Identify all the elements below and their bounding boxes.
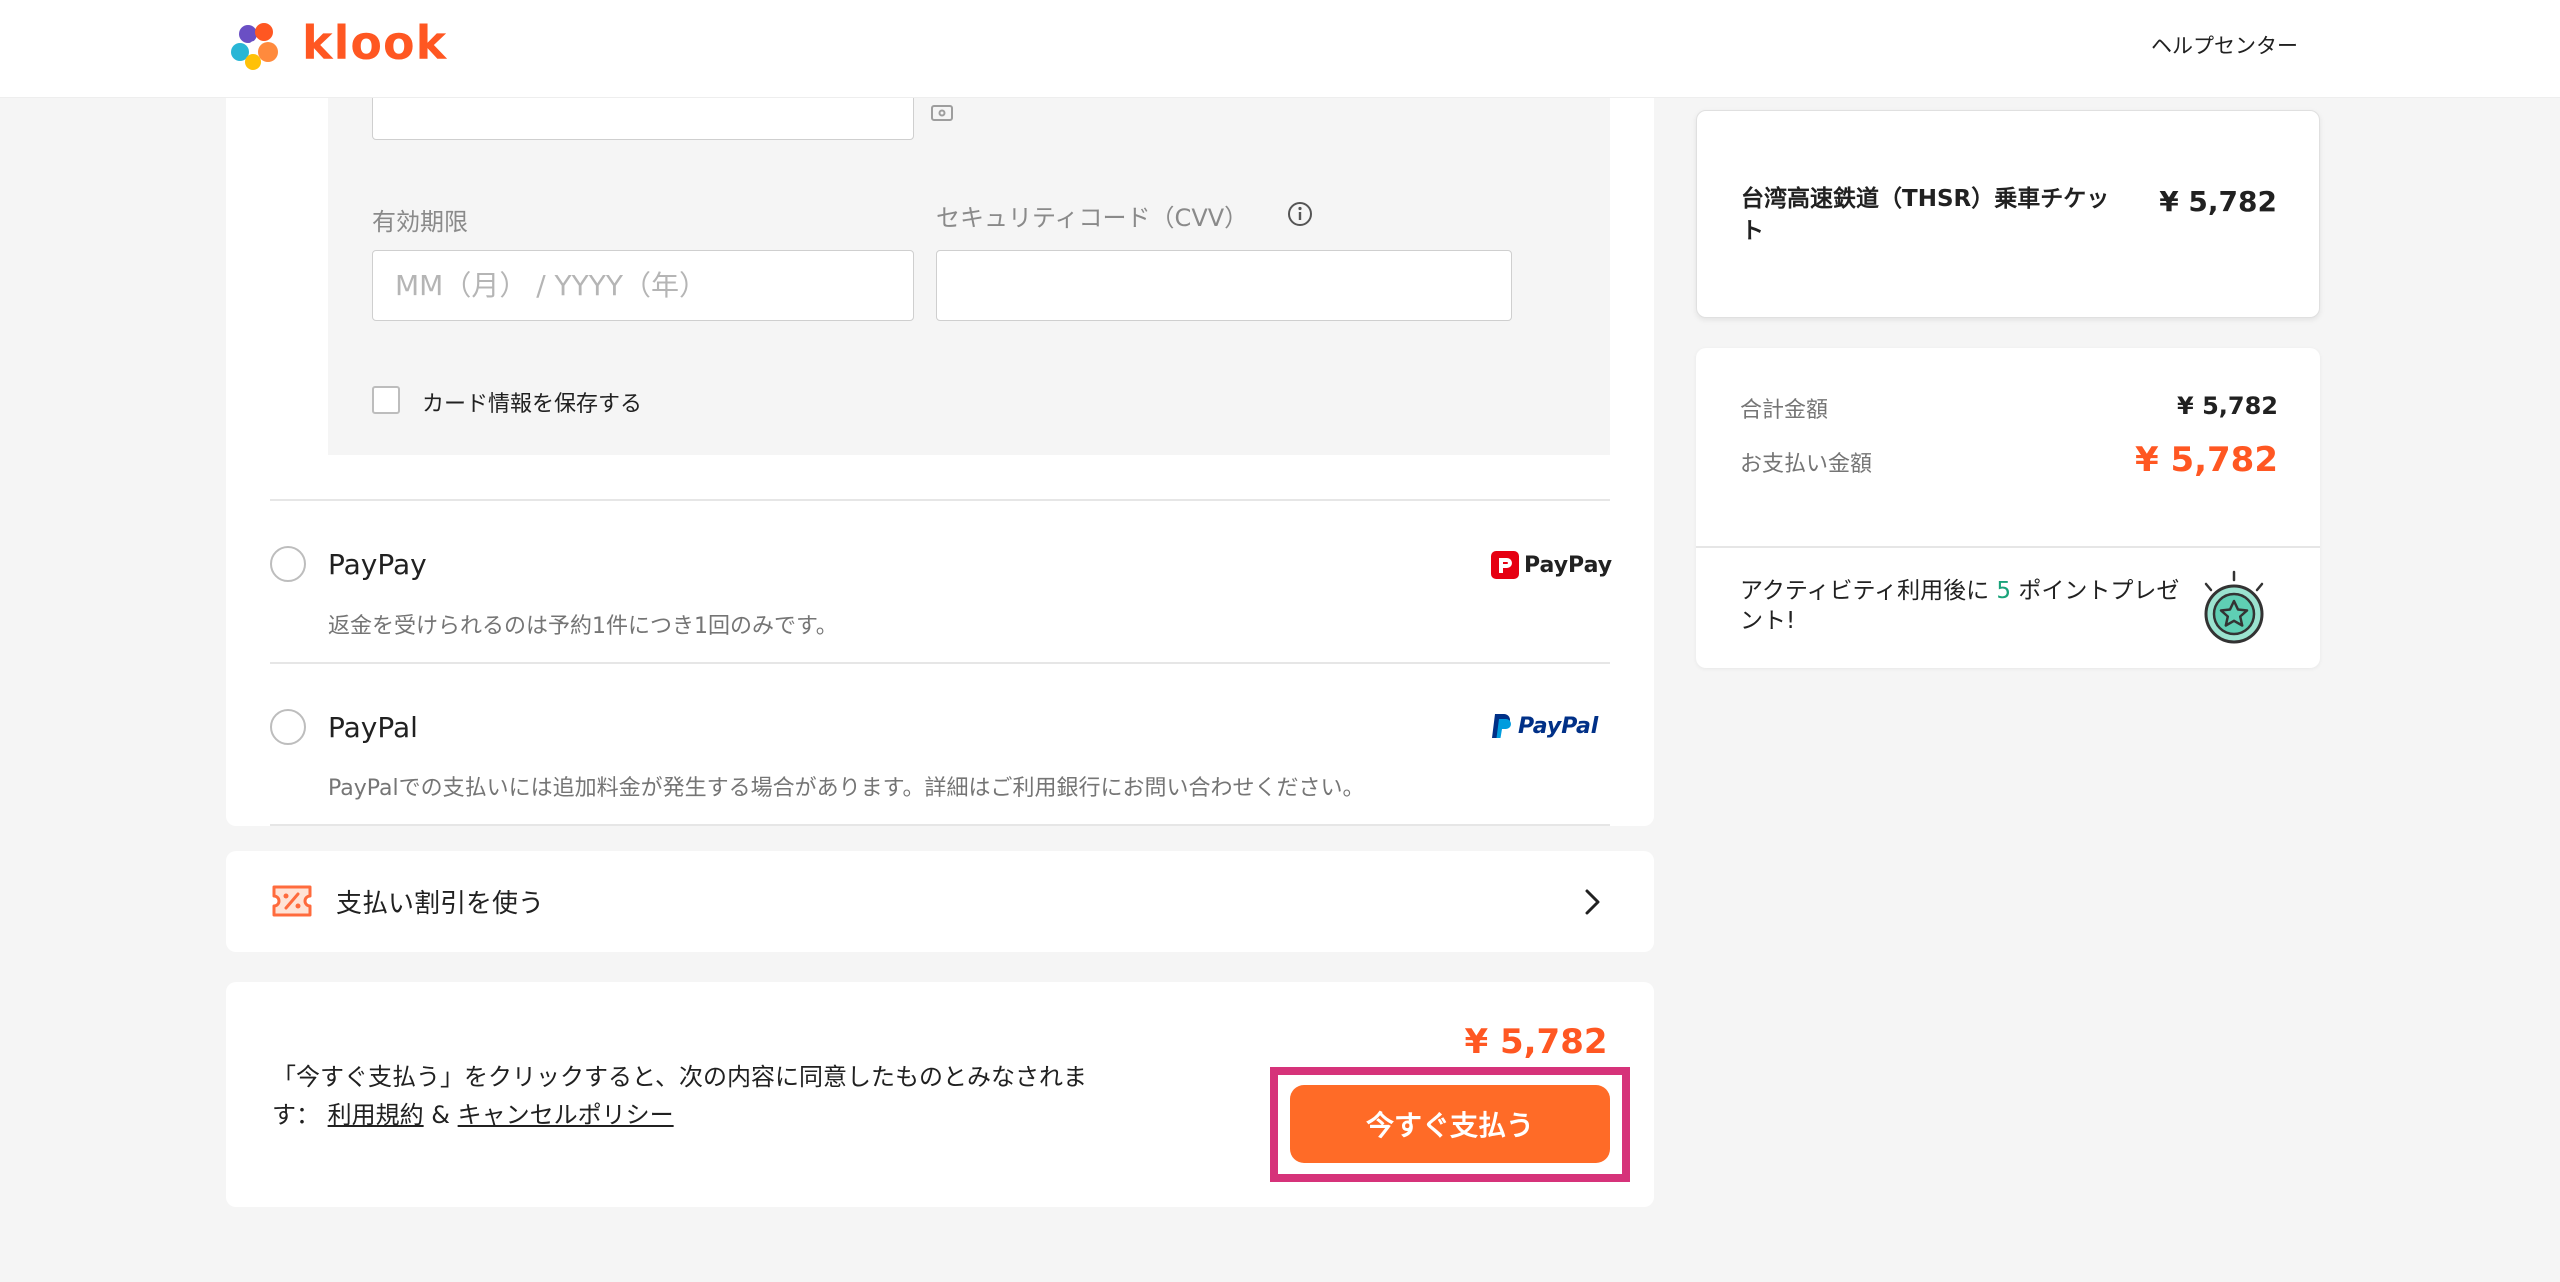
payment-amount-value: ¥ 5,782 (2134, 440, 2278, 480)
paypay-logo-text: PayPay (1524, 552, 1613, 578)
cvv-field-box (936, 250, 1512, 321)
coupon-icon (272, 885, 312, 917)
paypay-logo-icon (1491, 551, 1519, 579)
paypay-description: 返金を受けられるのは予約1件につき1回のみです。 (328, 614, 838, 639)
divider (270, 499, 1610, 501)
paypay-radio[interactable] (270, 546, 306, 582)
expiry-label: 有効期限 (372, 208, 468, 236)
paypal-logo-text: PayPal (1518, 713, 1599, 739)
klook-logo[interactable]: klook (226, 14, 446, 78)
reward-badge-icon (2204, 570, 2264, 644)
save-card-checkbox[interactable] (372, 386, 400, 414)
paypal-logo: PayPal (1490, 712, 1598, 740)
ampersand: & (431, 1101, 450, 1129)
total-value: ¥ 5,782 (2177, 392, 2278, 420)
paypay-logo: PayPay (1490, 550, 1612, 580)
cvv-input[interactable] (937, 251, 1511, 319)
discount-row[interactable]: 支払い割引を使う (226, 851, 1654, 952)
divider (270, 662, 1610, 664)
pay-now-button[interactable]: 今すぐ支払う (1290, 1085, 1610, 1163)
pay-total-amount: ¥ 5,782 (1464, 1022, 1608, 1062)
klook-logo-icon (231, 23, 278, 70)
total-label: 合計金額 (1740, 398, 1829, 423)
order-summary-card: 台湾高速鉄道（THSR）乗車チケット ¥ 5,782 (1696, 110, 2320, 318)
points-prefix: アクティビティ利用後に (1740, 578, 1990, 604)
payment-amount-label: お支払い金額 (1740, 452, 1873, 477)
paypal-name: PayPal (328, 711, 418, 744)
cvv-label: セキュリティコード（CVV） (936, 204, 1249, 232)
divider (1696, 546, 2320, 548)
paypal-radio[interactable] (270, 709, 306, 745)
lock-icon (931, 105, 953, 121)
expiry-field-box (372, 250, 914, 321)
help-center-link[interactable]: ヘルプセンター (2151, 30, 2298, 60)
discount-label: 支払い割引を使う (336, 889, 545, 919)
points-text: アクティビティ利用後に 5 ポイントプレゼント! (1740, 576, 2180, 636)
paypal-logo-icon (1492, 714, 1511, 738)
summary-item-name: 台湾高速鉄道（THSR）乗車チケット (1741, 186, 2110, 244)
chevron-right-icon (1585, 889, 1600, 915)
top-header: klook ヘルプセンター (0, 0, 2560, 98)
cancel-policy-link[interactable]: キャンセルポリシー (458, 1101, 674, 1129)
expiry-input[interactable] (373, 251, 913, 319)
agreement-text: 「今すぐ支払う」をクリックすると、次の内容に同意したものとみなされます： 利用規… (272, 1058, 1102, 1134)
logo-text: klook (302, 16, 448, 70)
terms-link[interactable]: 利用規約 (328, 1101, 424, 1129)
summary-item-price: ¥ 5,782 (2159, 185, 2277, 218)
total-card: 合計金額 ¥ 5,782 お支払い金額 ¥ 5,782 アクティビティ利用後に … (1696, 348, 2320, 668)
info-icon[interactable] (1286, 200, 1314, 228)
points-number: 5 (1996, 578, 2012, 604)
divider (270, 824, 1610, 826)
save-card-label: カード情報を保存する (422, 392, 643, 417)
credit-card-form: 有効期限 セキュリティコード（CVV） カード情報を保存する (328, 78, 1610, 455)
paypay-name: PayPay (328, 548, 427, 581)
paypal-description: PayPalでの支払いには追加料金が発生する場合があります。詳細はご利用銀行にお… (328, 776, 1365, 801)
